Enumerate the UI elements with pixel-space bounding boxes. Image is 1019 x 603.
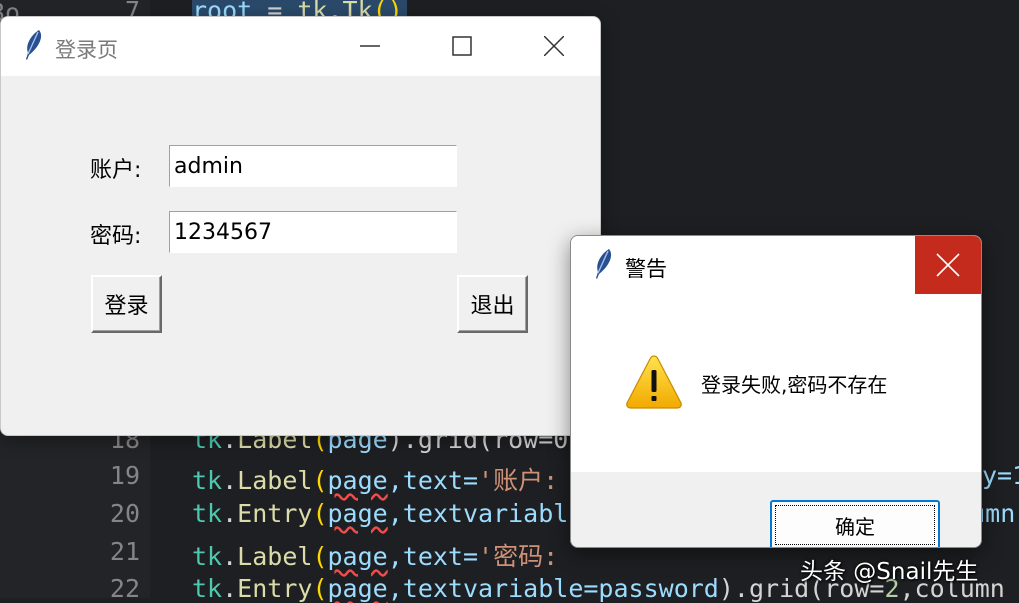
line-number: 21 xyxy=(109,537,140,566)
code-token: . xyxy=(222,542,238,571)
code-line[interactable]: tk.Label(page,text='账户: xyxy=(192,461,558,497)
code-token: ( xyxy=(312,574,328,603)
code-token: . xyxy=(222,499,238,528)
code-token: tk xyxy=(192,542,223,571)
code-token: page xyxy=(327,574,388,603)
login-titlebar[interactable]: 登录页 xyxy=(1,17,600,76)
tk-feather-icon xyxy=(596,249,612,279)
code-token: Label xyxy=(237,542,313,571)
code-token: ( xyxy=(312,542,328,571)
line-number: 20 xyxy=(109,499,140,528)
line-number: 22 xyxy=(109,574,140,603)
close-icon xyxy=(936,253,960,277)
account-label: 账户: xyxy=(90,158,142,183)
tk-feather-icon xyxy=(26,30,42,60)
dialog-footer: 确定 xyxy=(571,472,981,547)
watermark: 头条 @Snail先生 xyxy=(800,559,979,585)
code-token: . xyxy=(222,574,238,603)
line-number: 19 xyxy=(109,461,140,490)
code-token: '账户: xyxy=(478,466,559,495)
code-token: tk xyxy=(192,499,223,528)
minimize-button[interactable] xyxy=(324,17,416,75)
close-icon xyxy=(544,36,564,56)
code-token: '密码: xyxy=(478,542,559,571)
code-token: page xyxy=(327,542,388,571)
close-button[interactable] xyxy=(508,17,600,75)
code-token: Entry xyxy=(237,499,313,528)
code-overflow: y=1 xyxy=(982,461,1019,490)
account-input[interactable] xyxy=(169,145,457,187)
password-label: 密码: xyxy=(90,224,142,249)
code-token: page xyxy=(327,499,388,528)
maximize-icon xyxy=(452,36,472,56)
code-token: ,textvariabl xyxy=(387,499,569,528)
code-token: tk xyxy=(192,466,223,495)
dialog-close-button[interactable] xyxy=(915,236,981,294)
exit-button[interactable]: 退出 xyxy=(457,275,528,333)
maximize-button[interactable] xyxy=(416,17,508,75)
dialog-message: 登录失败,密码不存在 xyxy=(701,373,888,397)
warning-dialog: 警告 登录失败,密码不存在 确定 xyxy=(570,235,982,548)
dialog-body: 登录失败,密码不存在 xyxy=(571,294,981,472)
minimize-icon xyxy=(360,45,380,47)
code-token: ( xyxy=(312,466,328,495)
code-token: ,text= xyxy=(387,466,479,495)
dialog-titlebar[interactable]: 警告 xyxy=(571,236,981,294)
dialog-title: 警告 xyxy=(625,257,667,281)
code-token: Label xyxy=(237,466,313,495)
code-token: ,textvariable=password xyxy=(387,574,719,603)
login-window: 登录页 账户: 密码: 登录 退出 xyxy=(0,16,601,436)
warning-icon xyxy=(626,355,682,409)
code-token: ( xyxy=(312,499,328,528)
code-token: ,text= xyxy=(387,542,479,571)
code-line[interactable]: tk.Entry(page,textvariabl xyxy=(192,499,568,528)
code-token: . xyxy=(222,466,238,495)
login-button[interactable]: 登录 xyxy=(91,275,162,333)
code-token: tk xyxy=(192,574,223,603)
code-token: page xyxy=(327,466,388,495)
code-token: Entry xyxy=(237,574,313,603)
window-title: 登录页 xyxy=(55,38,118,62)
password-input[interactable] xyxy=(169,211,457,253)
ok-button[interactable]: 确定 xyxy=(770,500,940,547)
code-line[interactable]: tk.Label(page,text='密码: xyxy=(192,537,558,573)
